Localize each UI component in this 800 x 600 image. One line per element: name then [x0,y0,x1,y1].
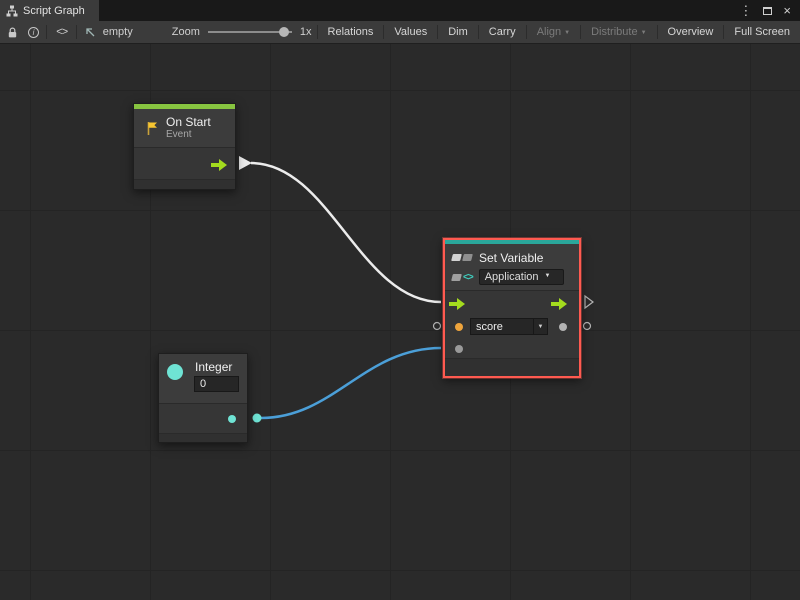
zoom-label: Zoom [172,26,200,38]
node-integer[interactable]: Integer 0 [158,353,248,443]
flow-out-port[interactable] [551,297,567,309]
integer-value-field[interactable]: 0 [194,376,239,392]
value-out-port[interactable] [228,415,236,423]
zoom-slider[interactable] [208,31,292,33]
maximize-icon[interactable] [763,7,772,15]
port-stub-value-in-empty[interactable] [434,323,441,330]
node-header: On Start Event [134,109,235,147]
variable-name-port[interactable] [455,323,463,331]
port-stub-value-out-empty[interactable] [584,323,591,330]
toolbar-separator [580,25,581,39]
toolbar-separator [46,25,47,39]
selection-status-label: empty [103,26,133,38]
variable-name-dropdown[interactable]: ▼ [533,319,547,334]
port-stub-control-out[interactable] [239,156,252,170]
selection-cursor-icon [82,24,98,40]
flow-out-port[interactable] [211,158,227,170]
zoom-slider-knob[interactable] [279,27,289,37]
chevron-down-icon: ▼ [564,30,570,36]
tab-title: Script Graph [23,5,85,17]
node-footer [134,179,235,189]
code-view-button[interactable]: <> [52,26,71,38]
variable-scope-value: Application [485,271,539,283]
variable-scope-dropdown[interactable]: Application ▼ [479,269,564,285]
distribute-button-label: Distribute [591,26,637,38]
window-menu-icon[interactable]: ⋮ [739,4,752,17]
lock-icon[interactable] [5,24,21,40]
toolbar-separator [76,25,77,39]
chevron-down-icon: ▼ [641,30,647,36]
flow-in-port[interactable] [449,297,465,309]
toolbar-separator [383,25,384,39]
node-set-variable[interactable]: Set Variable <> Application ▼ [443,238,581,378]
node-title: On Start [166,115,211,129]
fullscreen-button[interactable]: Full Screen [729,26,795,38]
node-title: Set Variable [479,251,543,265]
flag-icon [145,121,160,136]
wire-control-onstart-setvariable[interactable] [251,163,441,302]
node-subtitle: Event [166,129,211,141]
value-out-port[interactable] [559,323,567,331]
variable-name-field[interactable]: score ▼ [470,318,548,335]
variable-code-icon: <> [452,272,473,283]
variable-name-value: score [476,321,503,333]
node-title: Integer [195,360,232,374]
values-button[interactable]: Values [389,26,432,38]
port-stub-value-out[interactable] [253,414,262,423]
toolbar-separator [478,25,479,39]
port-stub-flow-out-empty[interactable] [585,296,593,308]
distribute-button[interactable]: Distribute ▼ [586,26,651,38]
graph-icon [6,5,18,17]
toolbar-separator [437,25,438,39]
wire-value-integer-setvariable[interactable] [261,348,441,418]
chevron-down-icon: ▼ [545,273,551,279]
graph-toolbar: i <> empty Zoom 1x Relations Values Dim … [0,21,800,44]
zoom-value: 1x [300,26,312,38]
chevron-down-icon: ▼ [538,324,544,330]
toolbar-separator [526,25,527,39]
node-on-start[interactable]: On Start Event [133,103,236,190]
align-button-label: Align [537,26,561,38]
window-controls: ⋮ × [739,0,800,21]
variables-icon [452,254,472,261]
wire-layer [0,44,800,600]
toolbar-separator [657,25,658,39]
dim-button[interactable]: Dim [443,26,473,38]
close-icon[interactable]: × [783,4,791,17]
tab-script-graph[interactable]: Script Graph [0,0,99,21]
integer-value: 0 [200,378,206,390]
relations-button[interactable]: Relations [323,26,379,38]
node-port-area [134,147,235,179]
node-footer [445,358,579,376]
node-header: Set Variable <> Application ▼ [445,244,579,290]
toolbar-separator [723,25,724,39]
node-port-area: score ▼ [445,290,579,358]
node-port-area [159,403,247,433]
integer-type-icon [167,364,183,380]
node-footer [159,433,247,442]
overview-button[interactable]: Overview [663,26,719,38]
toolbar-separator [317,25,318,39]
title-bar: Script Graph ⋮ × [0,0,800,21]
carry-button[interactable]: Carry [484,26,521,38]
align-button[interactable]: Align▼ [532,26,575,38]
info-icon[interactable]: i [26,24,42,40]
value-in-port[interactable] [455,345,463,353]
node-header: Integer 0 [159,354,247,403]
graph-canvas[interactable]: On Start Event Set Variable [0,44,800,600]
